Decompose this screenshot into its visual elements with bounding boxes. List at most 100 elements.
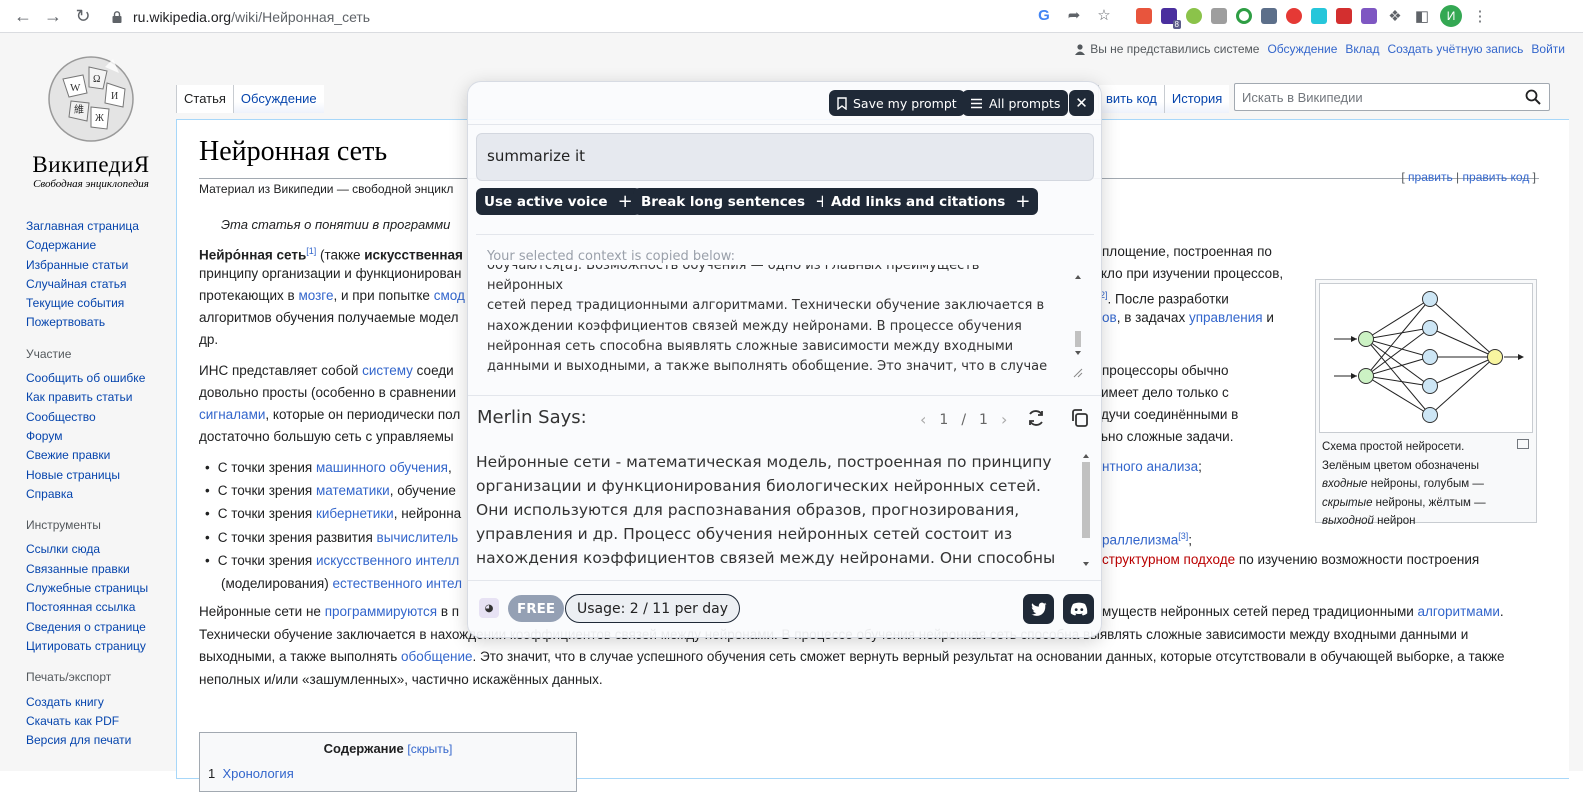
sidebar-print-item[interactable]: Создать книгу [26, 693, 176, 712]
tab-article[interactable]: Статья [176, 85, 233, 113]
extension-icon-10[interactable] [1361, 8, 1377, 24]
footnote-3[interactable]: [3] [1178, 531, 1188, 541]
forward-icon[interactable]: → [38, 1, 68, 31]
sidebar-tools-item[interactable]: Сведения о странице [26, 618, 176, 637]
tab-edit-code[interactable]: вить код [1098, 85, 1164, 113]
edit-link[interactable]: править [1408, 170, 1453, 184]
personal-talk-link[interactable]: Обсуждение [1267, 42, 1337, 56]
extension-icon-5[interactable] [1236, 8, 1252, 24]
side-panel-icon[interactable]: ◧ [1413, 7, 1431, 25]
tab-history[interactable]: История [1163, 85, 1230, 113]
tab-talk[interactable]: Обсуждение [232, 85, 324, 113]
toc-entry-link[interactable]: Хронология [222, 766, 293, 781]
link-system[interactable]: систему [362, 363, 413, 378]
extension-icon-9[interactable] [1336, 8, 1352, 24]
sidebar-main-item[interactable]: Содержание [26, 236, 176, 255]
personal-contribs-link[interactable]: Вклад [1345, 42, 1379, 56]
discord-button[interactable] [1063, 594, 1094, 624]
merlin-logo-icon[interactable]: ◕ [479, 598, 499, 618]
prompt-input[interactable] [476, 133, 1094, 181]
regenerate-icon[interactable] [1026, 408, 1046, 428]
sidebar-tools-item[interactable]: Ссылки сюда [26, 540, 176, 559]
twitter-button[interactable] [1023, 594, 1054, 624]
extension-icon-2[interactable]: 8 [1161, 8, 1181, 29]
sidebar-print-item[interactable]: Скачать как PDF [26, 712, 176, 731]
save-prompt-button[interactable]: Save my prompt [829, 90, 965, 116]
profile-avatar[interactable]: И [1440, 5, 1462, 27]
nn-arrowhead [1351, 336, 1357, 342]
search-icon[interactable] [1525, 89, 1541, 105]
extension-icon-4[interactable] [1211, 8, 1227, 24]
extension-icon-7[interactable] [1286, 8, 1302, 24]
link-ai[interactable]: искусственного интелл [316, 553, 459, 568]
link-brain[interactable]: мозге [298, 288, 333, 303]
link-algorithms[interactable]: алгоритмами [1418, 604, 1500, 619]
link-generalization[interactable]: обобщение [401, 649, 472, 664]
footnote-1[interactable]: [1] [306, 246, 316, 256]
link-parallelism[interactable]: раллелизма [1102, 533, 1178, 548]
sidebar-main-item[interactable]: Избранные статьи [26, 256, 176, 275]
chevron-right-icon[interactable]: › [1001, 410, 1007, 429]
sidebar-participate-item[interactable]: Справка [26, 485, 176, 504]
table-of-contents: Содержание [скрыть] 1 Хронология [199, 732, 577, 792]
sidebar-main-item[interactable]: Заглавная страница [26, 217, 176, 236]
context-scrollbar[interactable] [1072, 271, 1084, 383]
menu-kebab-icon[interactable]: ⋮ [1471, 7, 1489, 25]
edit-code-link[interactable]: править код [1463, 170, 1530, 184]
reload-icon[interactable]: ↻ [68, 1, 98, 31]
sidebar-participate-item[interactable]: Как править статьи [26, 388, 176, 407]
toc-toggle[interactable]: [скрыть] [407, 742, 452, 756]
link-signals[interactable]: сигналами [199, 407, 265, 422]
address-bar[interactable]: ru.wikipedia.org/wiki/Нейронная_сеть [110, 4, 1130, 29]
share-icon[interactable]: ➦ [1065, 6, 1083, 24]
link-data-analysis[interactable]: нтного анализа [1102, 459, 1198, 474]
copy-icon[interactable] [1070, 408, 1090, 428]
extensions-puzzle-icon[interactable]: ❖ [1386, 7, 1404, 25]
chip-active-voice[interactable]: Use active voice + [476, 188, 641, 215]
sidebar-main-item[interactable]: Текущие события [26, 294, 176, 313]
back-icon[interactable]: ← [8, 1, 38, 31]
chevron-left-icon[interactable]: ‹ [920, 410, 926, 429]
sidebar-print-item[interactable]: Версия для печати [26, 731, 176, 750]
link-structural-approach[interactable]: структурном подходе [1102, 552, 1235, 567]
bookmark-star-icon[interactable]: ☆ [1095, 6, 1113, 24]
login-link[interactable]: Войти [1531, 42, 1565, 56]
answer-scrollbar[interactable] [1080, 450, 1092, 572]
link-programmed[interactable]: программируются [325, 604, 437, 619]
sidebar-participate-item[interactable]: Свежие правки [26, 446, 176, 465]
neural-network-diagram[interactable] [1319, 283, 1533, 433]
wikipedia-logo[interactable]: W Ω И 維 Ж ВикипедиЯ Свободная энциклопед… [16, 47, 166, 207]
link-ml[interactable]: машинного обучения [316, 460, 448, 475]
link-math[interactable]: математики [316, 483, 390, 498]
extension-icon-6[interactable] [1261, 8, 1277, 24]
sidebar-tools-item[interactable]: Постоянная ссылка [26, 598, 176, 617]
toc-entry[interactable]: 1 Хронология [208, 766, 576, 781]
sidebar-tools-item[interactable]: Связанные правки [26, 560, 176, 579]
sidebar-tools-item[interactable]: Служебные страницы [26, 579, 176, 598]
link-natural-intel[interactable]: естественного интел [332, 576, 462, 591]
link-cybernetics[interactable]: кибернетики [316, 506, 394, 521]
link-tasks[interactable]: ов [1102, 310, 1117, 325]
sidebar-participate-item[interactable]: Сообщество [26, 408, 176, 427]
extension-icon-1[interactable] [1136, 8, 1152, 24]
all-prompts-button[interactable]: All prompts [962, 90, 1069, 116]
plan-badge: FREE [508, 595, 565, 622]
sidebar-participate-item[interactable]: Форум [26, 427, 176, 446]
search-input[interactable]: Искать в Википедии [1234, 83, 1550, 111]
sidebar-tools-item[interactable]: Цитировать страницу [26, 637, 176, 656]
close-button[interactable]: ✕ [1069, 90, 1094, 116]
chip-add-links[interactable]: Add links and citations + [823, 188, 1039, 215]
create-account-link[interactable]: Создать учётную запись [1387, 42, 1523, 56]
sidebar-main-item[interactable]: Пожертвовать [26, 313, 176, 332]
link-computing[interactable]: вычислитель [377, 530, 459, 545]
link-control[interactable]: управления [1189, 310, 1263, 325]
sidebar-participate-item[interactable]: Новые страницы [26, 466, 176, 485]
sidebar-participate-item[interactable]: Сообщить об ошибке [26, 369, 176, 388]
extension-icon-3[interactable] [1186, 8, 1202, 24]
sidebar-main-item[interactable]: Случайная статья [26, 275, 176, 294]
context-box[interactable]: Your selected context is copied below: о… [476, 234, 1094, 394]
link-model[interactable]: смод [434, 288, 465, 303]
google-lens-icon[interactable]: G [1035, 6, 1053, 24]
chip-break-sentences[interactable]: Break long sentences+ [633, 188, 839, 215]
extension-icon-8[interactable] [1311, 8, 1327, 24]
